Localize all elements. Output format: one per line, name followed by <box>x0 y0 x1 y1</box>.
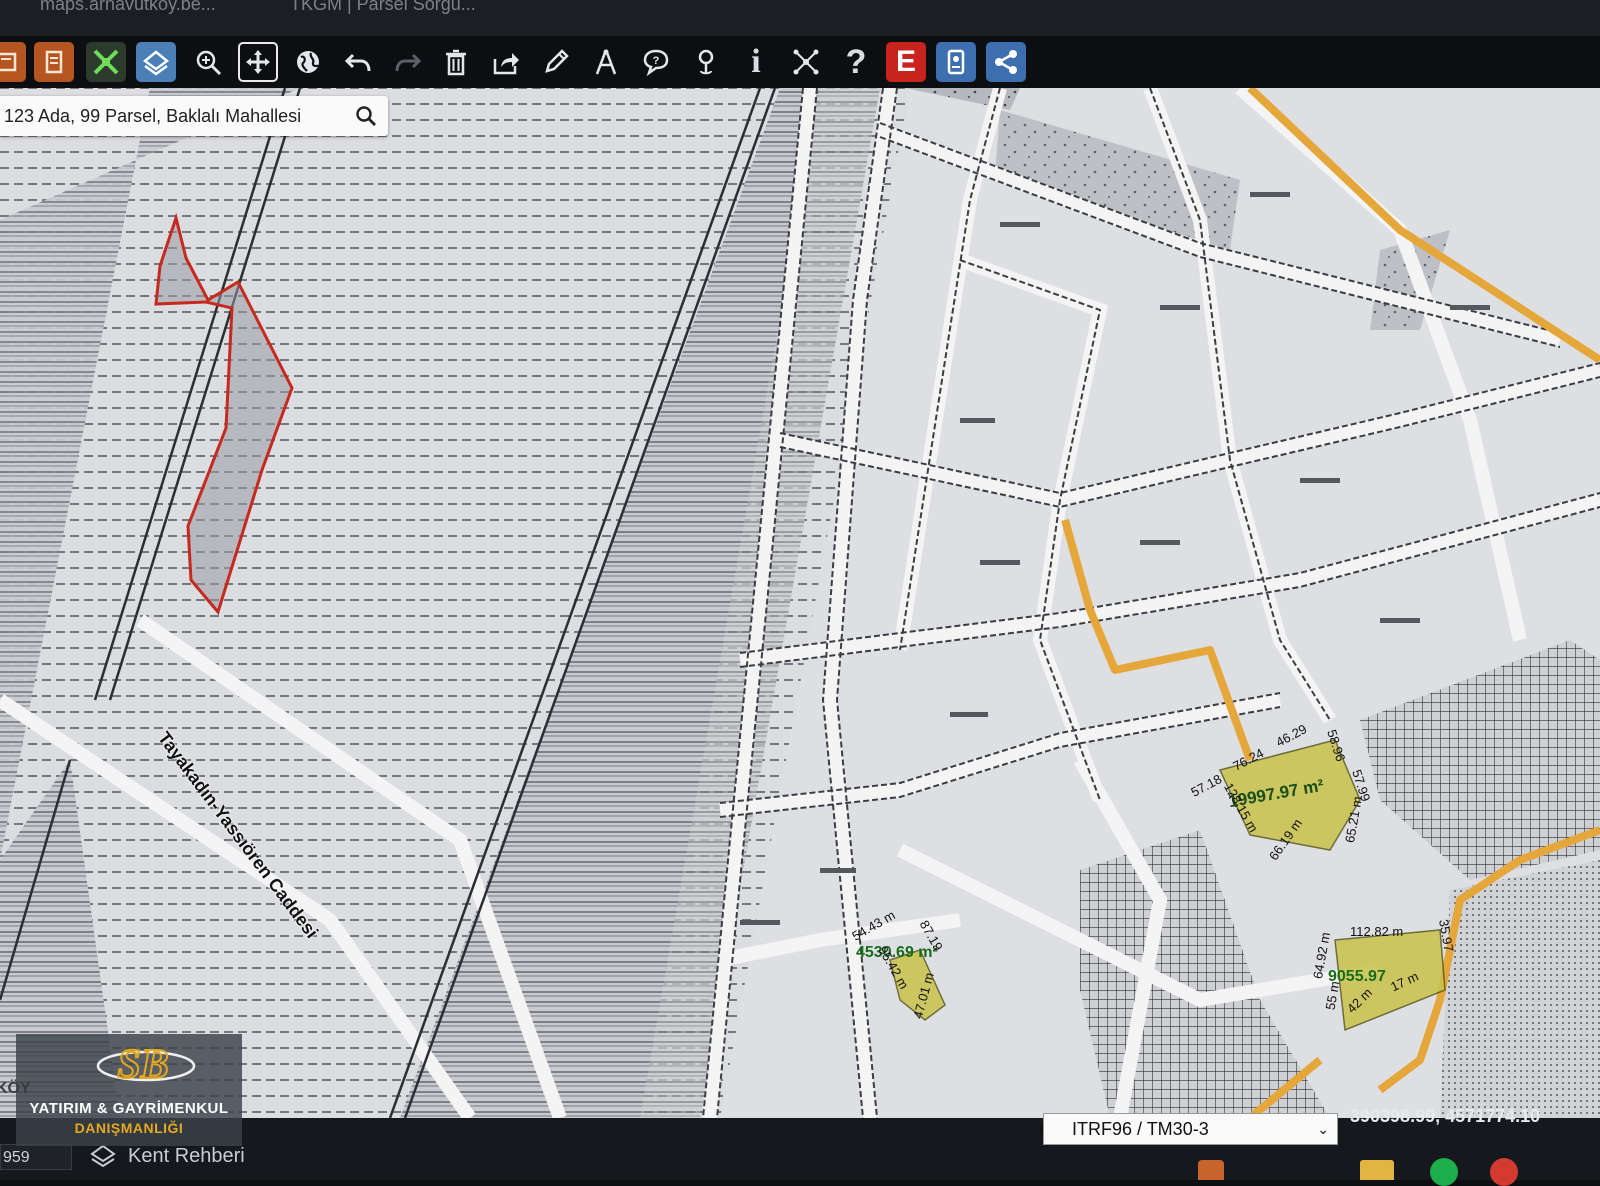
agency-watermark-logo: SB YATIRIM & GAYRİMENKUL DANIŞMANLIĞI <box>16 1034 242 1146</box>
monogram-text: SB <box>117 1042 168 1088</box>
document-icon[interactable] <box>936 42 976 82</box>
folder-icon[interactable] <box>1360 1160 1394 1180</box>
taskbar-app-icon[interactable] <box>1198 1160 1224 1180</box>
globe-icon[interactable] <box>288 42 328 82</box>
parcel-3-edge-a: 112.82 m <box>1350 924 1404 939</box>
help-icon[interactable]: ? <box>836 42 876 82</box>
city-guide-icon <box>90 1144 116 1168</box>
trash-icon[interactable] <box>436 42 476 82</box>
info-icon[interactable]: i <box>736 42 776 82</box>
search-icon[interactable] <box>354 104 378 128</box>
layers-icon[interactable] <box>0 42 26 82</box>
parcel-search-box <box>0 96 388 136</box>
taskbar <box>1190 1152 1590 1186</box>
browser-tab-strip: maps.arnavutkoy.be... TKGM | Parsel Sorg… <box>0 0 1600 36</box>
map-canvas[interactable]: Tayakadın-Yassıören Caddesi 19997.97 m² … <box>0 88 1600 1118</box>
chevron-down-icon: ⌄ <box>1317 1121 1329 1137</box>
scale-input[interactable]: 959 <box>0 1144 72 1170</box>
browser-tab-tkgm[interactable]: TKGM | Parsel Sorgu... <box>290 0 476 15</box>
svg-text:?: ? <box>653 55 660 67</box>
full-extent-icon[interactable] <box>86 42 126 82</box>
comment-icon[interactable]: ? <box>636 42 676 82</box>
browser-tab-maps[interactable]: maps.arnavutkoy.be... <box>40 0 216 15</box>
share-export-icon[interactable] <box>486 42 526 82</box>
zoom-in-icon[interactable] <box>188 42 228 82</box>
watermark-corner-text: KÖY <box>0 1080 31 1097</box>
watermark-line-2: DANIŞMANLIĞI <box>74 1120 184 1136</box>
share-icon[interactable] <box>986 42 1026 82</box>
e-button-icon[interactable]: E <box>886 42 926 82</box>
location-pin-icon[interactable] <box>686 42 726 82</box>
undo-icon[interactable] <box>338 42 378 82</box>
pencil-icon[interactable] <box>536 42 576 82</box>
pan-icon[interactable] <box>238 42 278 82</box>
measure-icon[interactable] <box>586 42 626 82</box>
crs-value: ITRF96 / TM30-3 <box>1072 1119 1209 1139</box>
cursor-coordinates: 390398.99, 4571774.10 <box>1350 1106 1541 1126</box>
network-icon[interactable] <box>786 42 826 82</box>
chrome-icon[interactable] <box>1490 1158 1518 1186</box>
crs-select[interactable]: ITRF96 / TM30-3 ⌄ <box>1043 1113 1338 1145</box>
redo-icon[interactable] <box>388 42 428 82</box>
parcel-search-input[interactable] <box>0 96 344 136</box>
map-toolbar: ? i ? E <box>0 36 1600 88</box>
whatsapp-icon[interactable] <box>1430 1158 1458 1186</box>
city-guide-button[interactable]: Kent Rehberi <box>90 1142 245 1170</box>
sb-monogram-logo: SB <box>96 1041 196 1088</box>
print-icon[interactable] <box>34 42 74 82</box>
layer-stack-icon[interactable] <box>136 42 176 82</box>
city-guide-label: Kent Rehberi <box>128 1144 245 1167</box>
watermark-line-1: YATIRIM & GAYRİMENKUL <box>29 1100 229 1117</box>
